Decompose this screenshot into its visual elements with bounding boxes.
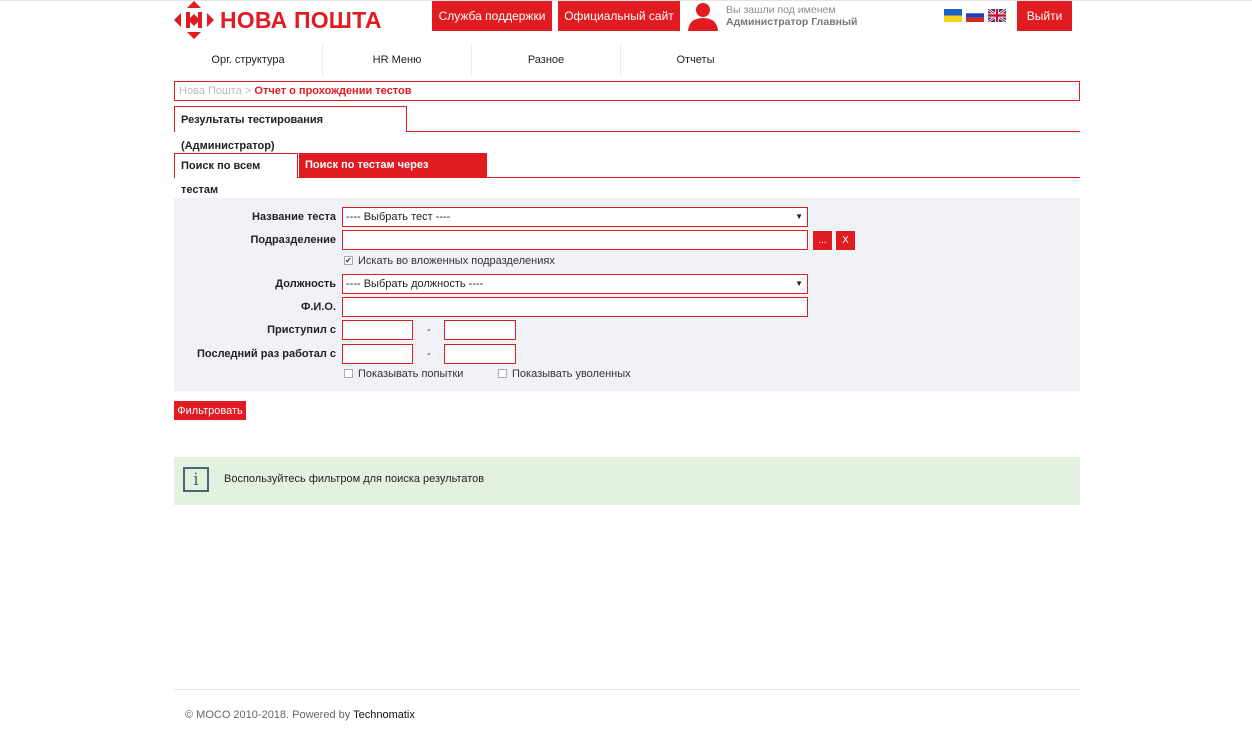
user-avatar-icon (688, 3, 718, 31)
support-button[interactable]: Служба поддержки (432, 1, 552, 31)
last-worked-from-date-input[interactable] (342, 344, 413, 364)
section-title: Результаты тестирования (Администратор) (174, 106, 407, 152)
flag-ua-icon[interactable] (944, 9, 962, 22)
department-label: Подразделение (250, 234, 337, 246)
position-select-value: ---- Выбрать должность ---- (346, 278, 484, 290)
info-icon: i (183, 467, 209, 492)
filter-button[interactable]: Фильтровать (174, 401, 246, 420)
user-name: Администратор Главный (726, 16, 858, 28)
show-attempts-checkbox[interactable] (344, 369, 353, 378)
department-input[interactable] (342, 230, 808, 250)
test-name-select-value: ---- Выбрать тест ---- (346, 211, 451, 223)
show-attempts-label: Показывать попытки (358, 368, 464, 380)
flag-uk-icon[interactable] (988, 9, 1006, 22)
footer-copyright: © MOCO 2010-2018. Powered by (185, 709, 354, 721)
breadcrumb-home-link[interactable]: Нова Пошта (179, 85, 242, 97)
footer-divider (174, 689, 1080, 690)
last-worked-to-date-input[interactable] (444, 344, 516, 364)
flag-ru-icon[interactable] (966, 9, 984, 22)
menu-item-misc[interactable]: Разное (472, 43, 621, 77)
position-select[interactable]: ---- Выбрать должность ---- ▼ (342, 274, 808, 294)
position-label: Должность (275, 278, 336, 290)
chevron-down-icon: ▼ (795, 279, 803, 288)
main-menu: Орг. структура HR Меню Разное Отчеты (174, 43, 1080, 77)
nested-departments-label: Искать во вложенных подразделениях (358, 255, 555, 267)
footer-brand-link[interactable]: Technomatix (353, 709, 415, 721)
browse-department-button[interactable]: ... (813, 231, 832, 250)
clear-department-button[interactable]: X (836, 231, 855, 250)
show-fired-checkbox[interactable] (498, 369, 507, 378)
menu-item-hr-menu[interactable]: HR Меню (323, 43, 472, 77)
last-worked-range-separator: - (427, 348, 431, 360)
test-name-label: Название теста (252, 211, 336, 223)
chevron-down-icon: ▼ (795, 212, 803, 221)
started-label: Приступил с (267, 324, 336, 336)
user-greeting: Вы зашли под именем (726, 4, 836, 16)
info-message-box: i Воспользуйтесь фильтром для поиска рез… (174, 457, 1080, 505)
menu-item-reports[interactable]: Отчеты (621, 43, 770, 77)
fio-label: Ф.И.О. (300, 301, 336, 313)
show-fired-label: Показывать уволенных (512, 368, 631, 380)
logo-text: НОВА ПОШТА (220, 6, 382, 33)
menu-item-org-structure[interactable]: Орг. структура (174, 43, 323, 77)
started-range-separator: - (427, 324, 431, 336)
breadcrumb: Нова Пошта > Отчет о прохождении тестов (174, 81, 1080, 101)
last-worked-label: Последний раз работал с (196, 348, 336, 360)
breadcrumb-current: Отчет о прохождении тестов (254, 85, 412, 97)
footer: © MOCO 2010-2018. Powered by Technomatix (185, 709, 415, 721)
tab-search-tests-programs[interactable]: Поиск по тестам через программы (299, 153, 487, 195)
nested-departments-checkbox[interactable]: ✔ (344, 256, 353, 265)
logo[interactable]: НОВА ПОШТА (174, 1, 382, 39)
started-from-date-input[interactable] (342, 320, 413, 340)
user-info: Вы зашли под именем Администратор Главны… (726, 4, 857, 28)
tab-search-all-tests[interactable]: Поиск по всем тестам (174, 153, 298, 196)
info-message: Воспользуйтесь фильтром для поиска резул… (224, 473, 485, 485)
breadcrumb-separator: > (244, 85, 252, 97)
official-site-button[interactable]: Официальный сайт (558, 1, 680, 31)
fio-input[interactable] (342, 297, 808, 317)
logout-button[interactable]: Выйти (1017, 1, 1072, 31)
started-to-date-input[interactable] (444, 320, 516, 340)
test-name-select[interactable]: ---- Выбрать тест ---- ▼ (342, 207, 808, 227)
logo-icon (174, 1, 214, 39)
filter-panel: Название теста ---- Выбрать тест ---- ▼ … (174, 198, 1080, 391)
